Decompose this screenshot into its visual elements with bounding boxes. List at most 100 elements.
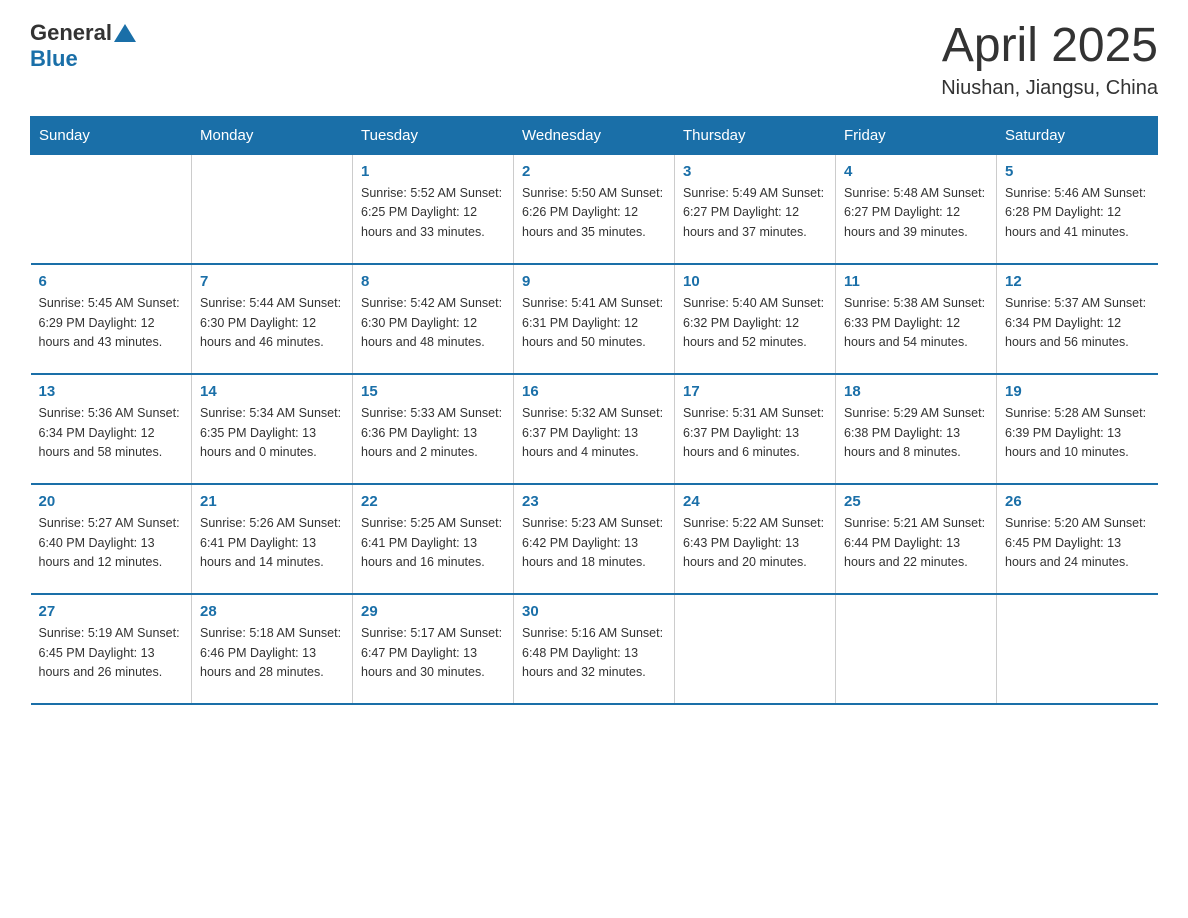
day-info: Sunrise: 5:28 AM Sunset: 6:39 PM Dayligh… <box>1005 404 1150 462</box>
calendar-cell: 8 Sunrise: 5:42 AM Sunset: 6:30 PM Daylig… <box>353 264 514 374</box>
calendar-cell: 22 Sunrise: 5:25 AM Sunset: 6:41 PM Dayli… <box>353 484 514 594</box>
calendar-cell <box>31 154 192 264</box>
calendar-table: SundayMondayTuesdayWednesdayThursdayFrid… <box>30 116 1158 706</box>
calendar-cell: 16 Sunrise: 5:32 AM Sunset: 6:37 PM Dayli… <box>514 374 675 484</box>
day-info: Sunrise: 5:33 AM Sunset: 6:36 PM Dayligh… <box>361 404 505 462</box>
calendar-cell: 9 Sunrise: 5:41 AM Sunset: 6:31 PM Daylig… <box>514 264 675 374</box>
calendar-cell: 10 Sunrise: 5:40 AM Sunset: 6:32 PM Dayli… <box>675 264 836 374</box>
page-header: General Blue April 2025 Niushan, Jiangsu… <box>30 20 1158 100</box>
day-number: 12 <box>1005 273 1150 290</box>
day-number: 13 <box>39 383 184 400</box>
day-number: 23 <box>522 493 666 510</box>
calendar-cell: 11 Sunrise: 5:38 AM Sunset: 6:33 PM Dayli… <box>836 264 997 374</box>
day-info: Sunrise: 5:31 AM Sunset: 6:37 PM Dayligh… <box>683 404 827 462</box>
day-number: 15 <box>361 383 505 400</box>
calendar-cell <box>192 154 353 264</box>
day-number: 24 <box>683 493 827 510</box>
day-info: Sunrise: 5:23 AM Sunset: 6:42 PM Dayligh… <box>522 514 666 572</box>
day-info: Sunrise: 5:40 AM Sunset: 6:32 PM Dayligh… <box>683 294 827 352</box>
day-number: 19 <box>1005 383 1150 400</box>
day-number: 4 <box>844 163 988 180</box>
day-info: Sunrise: 5:19 AM Sunset: 6:45 PM Dayligh… <box>39 624 184 682</box>
day-info: Sunrise: 5:44 AM Sunset: 6:30 PM Dayligh… <box>200 294 344 352</box>
day-number: 5 <box>1005 163 1150 180</box>
calendar-cell: 4 Sunrise: 5:48 AM Sunset: 6:27 PM Daylig… <box>836 154 997 264</box>
column-header-saturday: Saturday <box>997 116 1158 154</box>
calendar-week-row: 1Sunrise: 5:52 AM Sunset: 6:25 PM Daylig… <box>31 154 1158 264</box>
day-info: Sunrise: 5:32 AM Sunset: 6:37 PM Dayligh… <box>522 404 666 462</box>
calendar-cell: 13 Sunrise: 5:36 AM Sunset: 6:34 PM Dayli… <box>31 374 192 484</box>
calendar-cell: 6Sunrise: 5:45 AM Sunset: 6:29 PM Daylig… <box>31 264 192 374</box>
day-number: 29 <box>361 603 505 620</box>
calendar-cell: 24 Sunrise: 5:22 AM Sunset: 6:43 PM Dayli… <box>675 484 836 594</box>
day-number: 10 <box>683 273 827 290</box>
calendar-cell: 27 Sunrise: 5:19 AM Sunset: 6:45 PM Dayli… <box>31 594 192 704</box>
calendar-cell: 2Sunrise: 5:50 AM Sunset: 6:26 PM Daylig… <box>514 154 675 264</box>
month-title: April 2025 <box>941 20 1158 73</box>
day-info: Sunrise: 5:16 AM Sunset: 6:48 PM Dayligh… <box>522 624 666 682</box>
calendar-cell: 14 Sunrise: 5:34 AM Sunset: 6:35 PM Dayli… <box>192 374 353 484</box>
calendar-cell: 23 Sunrise: 5:23 AM Sunset: 6:42 PM Dayli… <box>514 484 675 594</box>
day-number: 3 <box>683 163 827 180</box>
day-info: Sunrise: 5:52 AM Sunset: 6:25 PM Dayligh… <box>361 184 505 242</box>
day-info: Sunrise: 5:45 AM Sunset: 6:29 PM Dayligh… <box>39 294 184 352</box>
day-number: 18 <box>844 383 988 400</box>
calendar-cell: 25 Sunrise: 5:21 AM Sunset: 6:44 PM Dayli… <box>836 484 997 594</box>
title-section: April 2025 Niushan, Jiangsu, China <box>941 20 1158 100</box>
logo: General Blue <box>30 20 136 72</box>
day-number: 20 <box>39 493 184 510</box>
column-header-thursday: Thursday <box>675 116 836 154</box>
location-title: Niushan, Jiangsu, China <box>941 77 1158 100</box>
day-info: Sunrise: 5:21 AM Sunset: 6:44 PM Dayligh… <box>844 514 988 572</box>
day-info: Sunrise: 5:50 AM Sunset: 6:26 PM Dayligh… <box>522 184 666 242</box>
day-number: 26 <box>1005 493 1150 510</box>
calendar-cell: 29Sunrise: 5:17 AM Sunset: 6:47 PM Dayli… <box>353 594 514 704</box>
calendar-week-row: 27 Sunrise: 5:19 AM Sunset: 6:45 PM Dayli… <box>31 594 1158 704</box>
day-info: Sunrise: 5:49 AM Sunset: 6:27 PM Dayligh… <box>683 184 827 242</box>
day-number: 14 <box>200 383 344 400</box>
day-info: Sunrise: 5:42 AM Sunset: 6:30 PM Dayligh… <box>361 294 505 352</box>
day-info: Sunrise: 5:25 AM Sunset: 6:41 PM Dayligh… <box>361 514 505 572</box>
day-info: Sunrise: 5:48 AM Sunset: 6:27 PM Dayligh… <box>844 184 988 242</box>
calendar-header-row: SundayMondayTuesdayWednesdayThursdayFrid… <box>31 116 1158 154</box>
logo-blue: Blue <box>30 46 78 71</box>
day-info: Sunrise: 5:46 AM Sunset: 6:28 PM Dayligh… <box>1005 184 1150 242</box>
day-info: Sunrise: 5:41 AM Sunset: 6:31 PM Dayligh… <box>522 294 666 352</box>
calendar-cell: 15 Sunrise: 5:33 AM Sunset: 6:36 PM Dayli… <box>353 374 514 484</box>
day-info: Sunrise: 5:36 AM Sunset: 6:34 PM Dayligh… <box>39 404 184 462</box>
day-number: 28 <box>200 603 344 620</box>
calendar-cell: 26 Sunrise: 5:20 AM Sunset: 6:45 PM Dayli… <box>997 484 1158 594</box>
day-info: Sunrise: 5:20 AM Sunset: 6:45 PM Dayligh… <box>1005 514 1150 572</box>
column-header-sunday: Sunday <box>31 116 192 154</box>
calendar-cell: 3 Sunrise: 5:49 AM Sunset: 6:27 PM Daylig… <box>675 154 836 264</box>
day-info: Sunrise: 5:34 AM Sunset: 6:35 PM Dayligh… <box>200 404 344 462</box>
calendar-cell: 21Sunrise: 5:26 AM Sunset: 6:41 PM Dayli… <box>192 484 353 594</box>
calendar-week-row: 20Sunrise: 5:27 AM Sunset: 6:40 PM Dayli… <box>31 484 1158 594</box>
day-number: 16 <box>522 383 666 400</box>
day-number: 7 <box>200 273 344 290</box>
day-info: Sunrise: 5:22 AM Sunset: 6:43 PM Dayligh… <box>683 514 827 572</box>
calendar-week-row: 6Sunrise: 5:45 AM Sunset: 6:29 PM Daylig… <box>31 264 1158 374</box>
day-info: Sunrise: 5:38 AM Sunset: 6:33 PM Dayligh… <box>844 294 988 352</box>
calendar-cell <box>997 594 1158 704</box>
day-number: 27 <box>39 603 184 620</box>
calendar-cell: 7 Sunrise: 5:44 AM Sunset: 6:30 PM Daylig… <box>192 264 353 374</box>
calendar-cell <box>675 594 836 704</box>
calendar-cell: 18Sunrise: 5:29 AM Sunset: 6:38 PM Dayli… <box>836 374 997 484</box>
day-number: 11 <box>844 273 988 290</box>
day-number: 25 <box>844 493 988 510</box>
calendar-cell: 1Sunrise: 5:52 AM Sunset: 6:25 PM Daylig… <box>353 154 514 264</box>
calendar-cell: 20Sunrise: 5:27 AM Sunset: 6:40 PM Dayli… <box>31 484 192 594</box>
day-number: 9 <box>522 273 666 290</box>
day-info: Sunrise: 5:37 AM Sunset: 6:34 PM Dayligh… <box>1005 294 1150 352</box>
day-info: Sunrise: 5:26 AM Sunset: 6:41 PM Dayligh… <box>200 514 344 572</box>
calendar-cell: 19 Sunrise: 5:28 AM Sunset: 6:39 PM Dayli… <box>997 374 1158 484</box>
column-header-monday: Monday <box>192 116 353 154</box>
calendar-cell <box>836 594 997 704</box>
logo-triangle-icon <box>114 22 136 44</box>
column-header-wednesday: Wednesday <box>514 116 675 154</box>
calendar-cell: 28Sunrise: 5:18 AM Sunset: 6:46 PM Dayli… <box>192 594 353 704</box>
day-number: 22 <box>361 493 505 510</box>
day-number: 8 <box>361 273 505 290</box>
calendar-cell: 5 Sunrise: 5:46 AM Sunset: 6:28 PM Daylig… <box>997 154 1158 264</box>
